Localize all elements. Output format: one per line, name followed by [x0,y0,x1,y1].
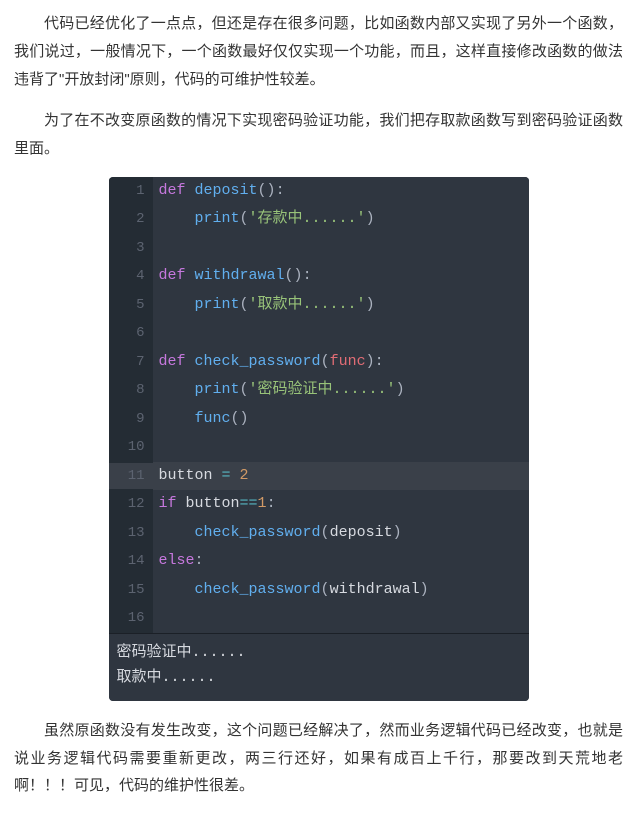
code-content: def deposit(): [153,177,529,206]
line-number: 16 [109,605,153,632]
code-content: func() [153,405,529,434]
line-number: 14 [109,548,153,575]
line-number: 2 [109,206,153,233]
line-number: 9 [109,406,153,433]
code-content: button = 2 [153,462,529,491]
code-line: 13 check_password(deposit) [109,519,529,548]
code-content: def check_password(func): [153,348,529,377]
output-line: 密码验证中...... [117,640,521,666]
line-number: 11 [109,463,153,490]
code-editor: 1def deposit():2 print('存款中......')3 4de… [109,177,529,633]
code-line: 2 print('存款中......') [109,205,529,234]
line-number: 13 [109,520,153,547]
line-number: 10 [109,434,153,461]
code-line: 16 [109,604,529,633]
code-line: 7def check_password(func): [109,348,529,377]
code-content: check_password(deposit) [153,519,529,548]
code-line: 6 [109,319,529,348]
code-output: 密码验证中...... 取款中...... [109,633,529,701]
code-line: 3 [109,234,529,263]
code-content: if button==1: [153,490,529,519]
code-line: 1def deposit(): [109,177,529,206]
intro-paragraph-1: 代码已经优化了一点点，但还是存在很多问题，比如函数内部又实现了另外一个函数，我们… [14,10,623,93]
code-line: 4def withdrawal(): [109,262,529,291]
code-content: print('存款中......') [153,205,529,234]
code-line: 12if button==1: [109,490,529,519]
output-line: 取款中...... [117,665,521,691]
code-line: 11button = 2 [109,462,529,491]
code-line: 9 func() [109,405,529,434]
code-content [153,319,529,348]
code-content [153,234,529,263]
code-content: def withdrawal(): [153,262,529,291]
line-number: 4 [109,263,153,290]
code-line: 14else: [109,547,529,576]
code-content: else: [153,547,529,576]
line-number: 8 [109,377,153,404]
code-content: print('取款中......') [153,291,529,320]
code-line: 8 print('密码验证中......') [109,376,529,405]
code-block: 1def deposit():2 print('存款中......')3 4de… [109,177,529,701]
intro-paragraph-2: 为了在不改变原函数的情况下实现密码验证功能，我们把存取款函数写到密码验证函数里面… [14,107,623,163]
code-content [153,604,529,633]
code-line: 5 print('取款中......') [109,291,529,320]
line-number: 6 [109,320,153,347]
code-content [153,433,529,462]
code-content: check_password(withdrawal) [153,576,529,605]
line-number: 5 [109,292,153,319]
code-content: print('密码验证中......') [153,376,529,405]
code-line: 10 [109,433,529,462]
line-number: 15 [109,577,153,604]
conclusion-paragraph: 虽然原函数没有发生改变，这个问题已经解决了，然而业务逻辑代码已经改变，也就是说业… [14,717,623,800]
line-number: 3 [109,235,153,262]
line-number: 7 [109,349,153,376]
code-line: 15 check_password(withdrawal) [109,576,529,605]
line-number: 12 [109,491,153,518]
line-number: 1 [109,178,153,205]
